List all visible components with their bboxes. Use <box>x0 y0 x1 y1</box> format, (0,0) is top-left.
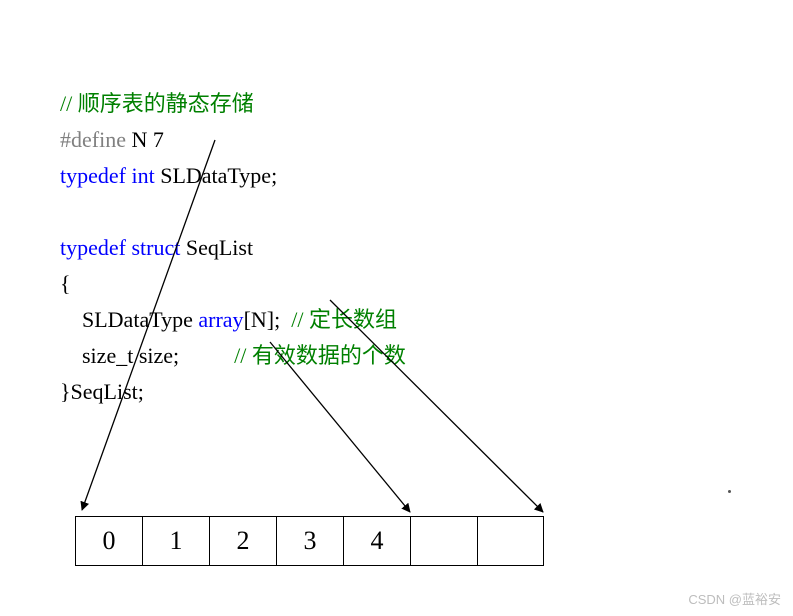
array-cell-5 <box>410 516 477 566</box>
typedef-kw-2: typedef <box>60 235 126 260</box>
array-cell-2: 2 <box>209 516 276 566</box>
close-struct: }SeqList; <box>60 379 144 404</box>
comment-size: // 有效数据的个数 <box>234 343 406 368</box>
define-kw: #define <box>60 127 126 152</box>
array-cell-1: 1 <box>142 516 209 566</box>
struct-kw: struct <box>131 235 180 260</box>
array-diagram: 0 1 2 3 4 <box>75 516 544 566</box>
open-brace: { <box>60 271 71 296</box>
code-block: // 顺序表的静态存储 #define N 7 typedef int SLDa… <box>60 50 406 410</box>
array-cell-6 <box>477 516 544 566</box>
array-cell-4: 4 <box>343 516 410 566</box>
array-decl-prefix: SLDataType <box>60 307 198 332</box>
spacer <box>179 343 234 368</box>
struct-name: SeqList <box>180 235 253 260</box>
typedef-rest-1: SLDataType; <box>155 163 277 188</box>
array-kw: array <box>198 307 243 332</box>
define-rest: N 7 <box>126 127 164 152</box>
watermark-text: CSDN @蓝裕安 <box>688 589 781 608</box>
comment-array: // 定长数组 <box>280 307 397 332</box>
int-kw: int <box>131 163 154 188</box>
typedef-kw-1: typedef <box>60 163 126 188</box>
comment-line-1: // 顺序表的静态存储 <box>60 91 254 116</box>
array-decl-rest: [N]; <box>244 307 281 332</box>
array-cell-3: 3 <box>276 516 343 566</box>
size-decl: size_t size; <box>60 343 179 368</box>
stray-mark <box>728 490 731 493</box>
array-cell-0: 0 <box>75 516 142 566</box>
